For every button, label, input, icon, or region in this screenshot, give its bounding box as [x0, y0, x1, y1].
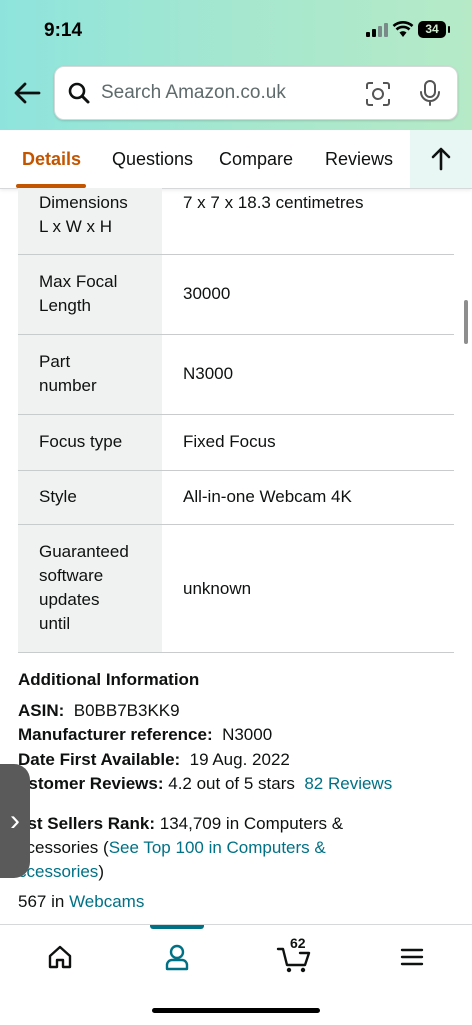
microphone-icon[interactable]: [419, 79, 441, 107]
table-row: Focus type Fixed Focus: [18, 415, 454, 471]
back-arrow-icon[interactable]: [12, 80, 42, 106]
manufacturer-value: N3000: [222, 725, 273, 744]
spec-key: Style: [39, 487, 77, 506]
spec-value: N3000: [183, 364, 234, 383]
date-value: 19 Aug. 2022: [189, 750, 290, 769]
rating-value: 4.2 out of 5 stars: [168, 774, 295, 793]
active-nav-indicator: [150, 925, 204, 929]
asin-value: B0BB7B3KK9: [73, 701, 180, 720]
search-icon: [68, 82, 90, 104]
header-bar: 9:14 34 Search Amazon.co.uk: [0, 0, 472, 130]
search-placeholder: Search Amazon.co.uk: [101, 82, 286, 103]
tab-details[interactable]: Details: [22, 149, 81, 170]
home-icon[interactable]: [46, 943, 74, 971]
rank-line: est Sellers Rank: 134,709 in Computers &: [18, 814, 344, 833]
asin-line: ASIN: B0BB7B3KK9: [18, 701, 180, 720]
spec-value: All-in-one Webcam 4K: [183, 487, 352, 506]
tab-compare[interactable]: Compare: [219, 149, 293, 170]
search-input[interactable]: Search Amazon.co.uk: [54, 66, 458, 120]
rank-line-2: ccessories (See Top 100 in Computers &: [18, 838, 326, 857]
battery-icon: 34: [418, 21, 450, 38]
account-icon[interactable]: [164, 943, 190, 971]
manufacturer-line: Manufacturer reference: N3000: [18, 725, 273, 744]
spec-value: unknown: [183, 579, 252, 598]
top-100-link[interactable]: See Top 100 in Computers &: [109, 838, 326, 857]
tab-reviews[interactable]: Reviews: [325, 149, 393, 170]
section-heading: Additional Information: [18, 670, 200, 689]
table-row: Dimensions L x W x H 7 x 7 x 18.3 centim…: [18, 188, 454, 255]
chevron-right-icon: ›: [10, 804, 20, 837]
reviews-line: ustomer Reviews: 4.2 out of 5 stars 82 R…: [18, 774, 393, 793]
spec-value: 7 x 7 x 18.3 centimetres: [183, 193, 364, 212]
reviews-link[interactable]: 82 Reviews: [304, 774, 392, 793]
spec-key: Guaranteed software updates until: [39, 542, 129, 633]
status-time: 9:14: [44, 20, 83, 41]
rank-value: 134,709 in Computers &: [159, 814, 344, 833]
menu-icon[interactable]: [398, 943, 426, 971]
table-row: Style All-in-one Webcam 4K: [18, 471, 454, 525]
spec-value: Fixed Focus: [183, 432, 276, 451]
spec-key: Part number: [39, 352, 97, 395]
table-row: Part number N3000: [18, 335, 454, 415]
scroll-to-top-button[interactable]: [410, 130, 472, 188]
spec-key: Focus type: [39, 432, 123, 451]
side-panel-handle[interactable]: ›: [0, 764, 30, 878]
cart-icon[interactable]: [276, 943, 312, 975]
section-tabs: Details Questions Compare Reviews: [0, 130, 472, 189]
date-line: Date First Available: 19 Aug. 2022: [18, 750, 290, 769]
spec-key: Dimensions L x W x H: [39, 193, 128, 236]
wifi-icon: [392, 21, 414, 37]
scrollbar[interactable]: [464, 300, 468, 344]
top-100-link-continued[interactable]: ccessories: [18, 862, 98, 881]
home-indicator: [152, 1008, 320, 1013]
sub-rank-line: 567 in Webcams: [18, 892, 145, 911]
rank-line-3: ccessories): [18, 862, 104, 881]
signal-icon: [366, 23, 388, 37]
tab-questions[interactable]: Questions: [112, 149, 193, 170]
arrow-up-icon: [431, 147, 451, 171]
table-row: Guaranteed software updates until unknow…: [18, 525, 454, 653]
spec-value: 30000: [183, 284, 231, 303]
table-row: Max Focal Length 30000: [18, 255, 454, 335]
camera-lens-icon[interactable]: [365, 81, 391, 107]
spec-key: Max Focal Length: [39, 272, 118, 315]
webcams-link[interactable]: Webcams: [69, 892, 144, 911]
